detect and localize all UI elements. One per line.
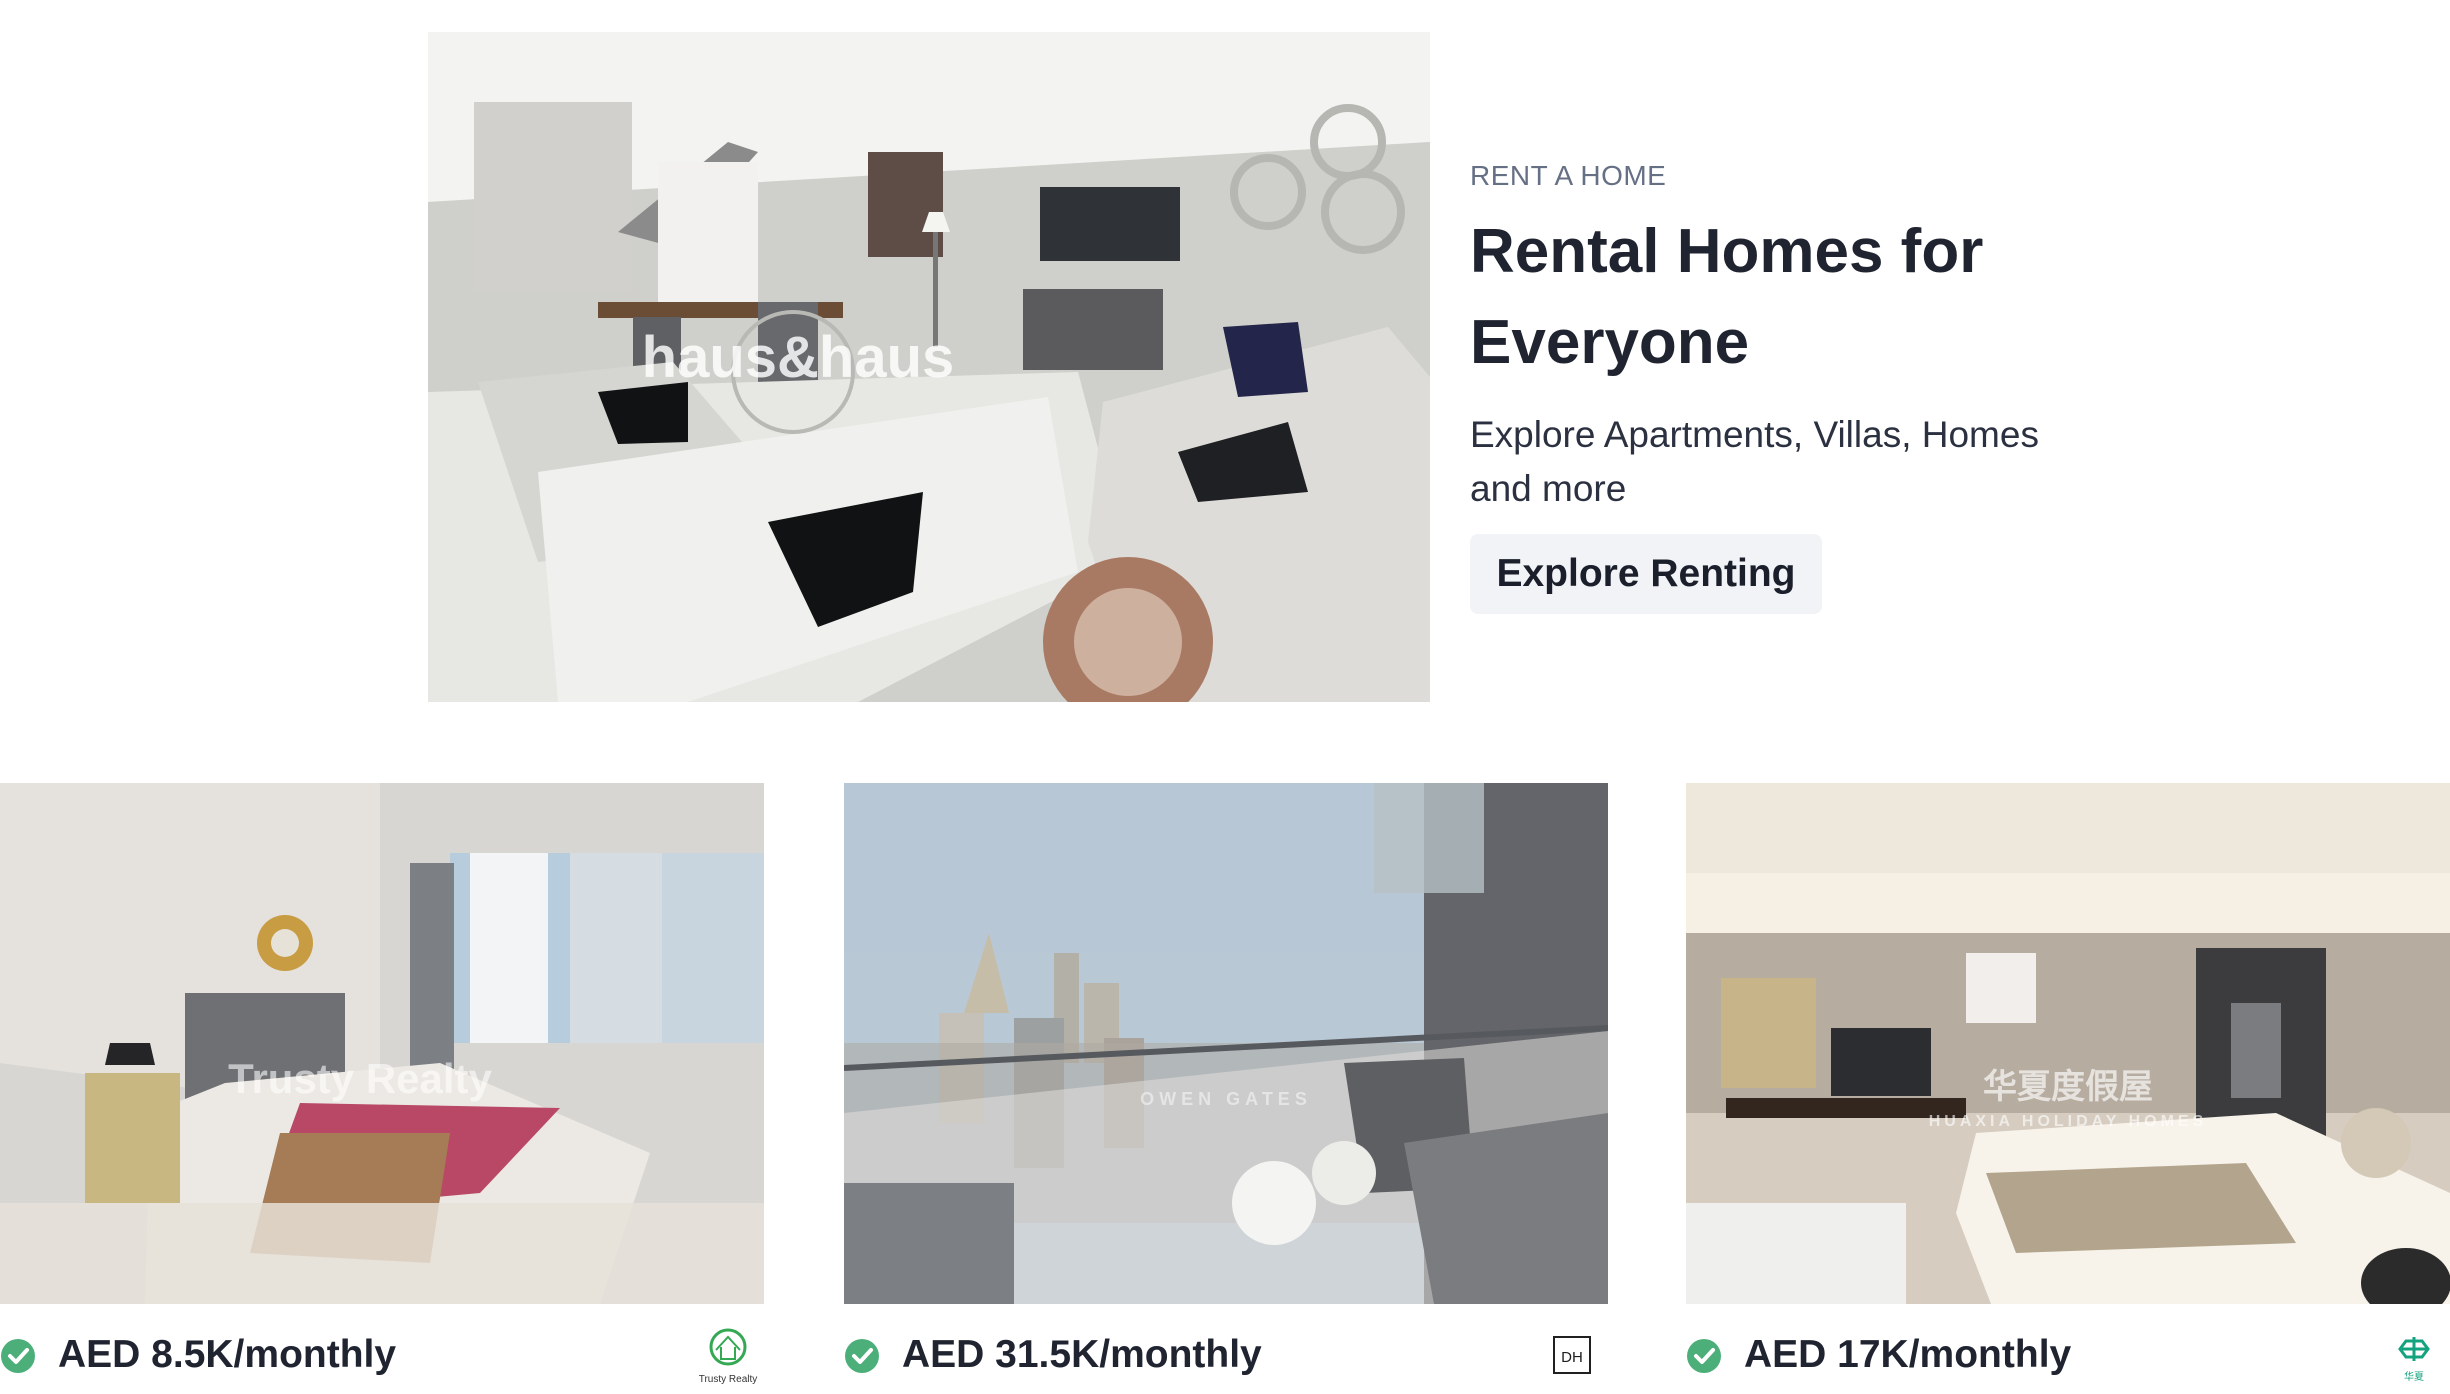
huaxia-logo-icon: 华夏 [2398, 1337, 2430, 1383]
balcony-photo: OWEN GATES [844, 783, 1608, 1304]
hero-subtitle: Explore Apartments, Villas, Homes and mo… [1470, 414, 2039, 509]
agency-logo-icon[interactable]: Trusty Realty [696, 1325, 760, 1389]
living-room-photo: haus&haus [428, 32, 1430, 702]
listing-price-row: AED 31.5K/monthly DH [844, 1325, 1608, 1394]
agency-name: Trusty Realty [699, 1374, 758, 1385]
hero-text: RENT A HOME Rental Homes for Everyone Ex… [1470, 160, 2090, 614]
listing-image[interactable]: OWEN GATES [844, 783, 1608, 1304]
listing-price-row: AED 17K/monthly 华夏 [1686, 1325, 2450, 1394]
trusty-realty-logo-icon: Trusty Realty [699, 1328, 758, 1385]
page-title: Rental Homes for Everyone [1470, 217, 1984, 377]
agency-logo-icon[interactable]: 华夏 [2382, 1325, 2446, 1389]
huaxia-watermark-english: HUAXIA HOLIDAY HOMES [1929, 1113, 2208, 1130]
owen-gates-watermark: OWEN GATES [1140, 1089, 1312, 1109]
listing-card[interactable]: Trusty Realty AED 8.5K/monthly Trusty Re… [0, 783, 764, 1394]
haus-haus-watermark: haus&haus [642, 325, 955, 390]
dh-logo-icon: DH [1553, 1336, 1591, 1374]
listing-image[interactable]: 华夏度假屋 HUAXIA HOLIDAY HOMES [1686, 783, 2450, 1304]
check-circle-icon [1, 1339, 35, 1373]
check-circle-icon [845, 1339, 879, 1373]
listing-price: AED 8.5K/monthly [58, 1333, 397, 1376]
hotel-bedroom-photo: 华夏度假屋 HUAXIA HOLIDAY HOMES [1686, 783, 2450, 1304]
agency-logo-icon[interactable]: DH [1540, 1325, 1604, 1389]
agency-name: DH [1561, 1349, 1583, 1366]
rent-eyebrow: RENT A HOME [1470, 160, 1667, 191]
bedroom-photo: Trusty Realty [0, 783, 764, 1304]
listing-price: AED 31.5K/monthly [902, 1333, 1262, 1376]
listing-card[interactable]: OWEN GATES AED 31.5K/monthly DH [844, 783, 1608, 1394]
listing-image[interactable]: Trusty Realty [0, 783, 764, 1304]
rent-home-hero: haus&haus RENT A HOME Rental Homes for E… [0, 0, 2450, 720]
listing-price-row: AED 8.5K/monthly Trusty Realty [0, 1325, 764, 1394]
agency-name: 华夏 [2404, 1370, 2424, 1383]
living-room-image[interactable]: haus&haus [428, 32, 1430, 702]
listing-price: AED 17K/monthly [1744, 1333, 2072, 1376]
huaxia-watermark: 华夏度假屋 [1983, 1068, 2153, 1106]
trusty-realty-watermark: Trusty Realty [228, 1055, 492, 1102]
check-circle-icon [1687, 1339, 1721, 1373]
listing-card[interactable]: 华夏度假屋 HUAXIA HOLIDAY HOMES AED 17K/month… [1686, 783, 2450, 1394]
explore-renting-button[interactable]: Explore Renting [1470, 534, 1822, 614]
featured-listings: Trusty Realty AED 8.5K/monthly Trusty Re… [0, 783, 2450, 1394]
